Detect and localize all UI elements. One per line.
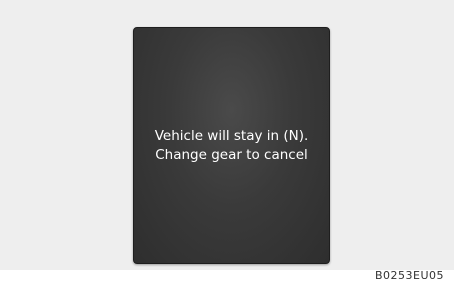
instrument-display-screen: Vehicle will stay in (N). Change gear to…	[133, 27, 330, 264]
message-line-1: Vehicle will stay in (N).	[154, 127, 309, 144]
display-message: Vehicle will stay in (N). Change gear to…	[155, 127, 309, 165]
message-line-2: Change gear to cancel	[155, 146, 308, 163]
figure-code-label: B0253EU05	[374, 269, 444, 282]
